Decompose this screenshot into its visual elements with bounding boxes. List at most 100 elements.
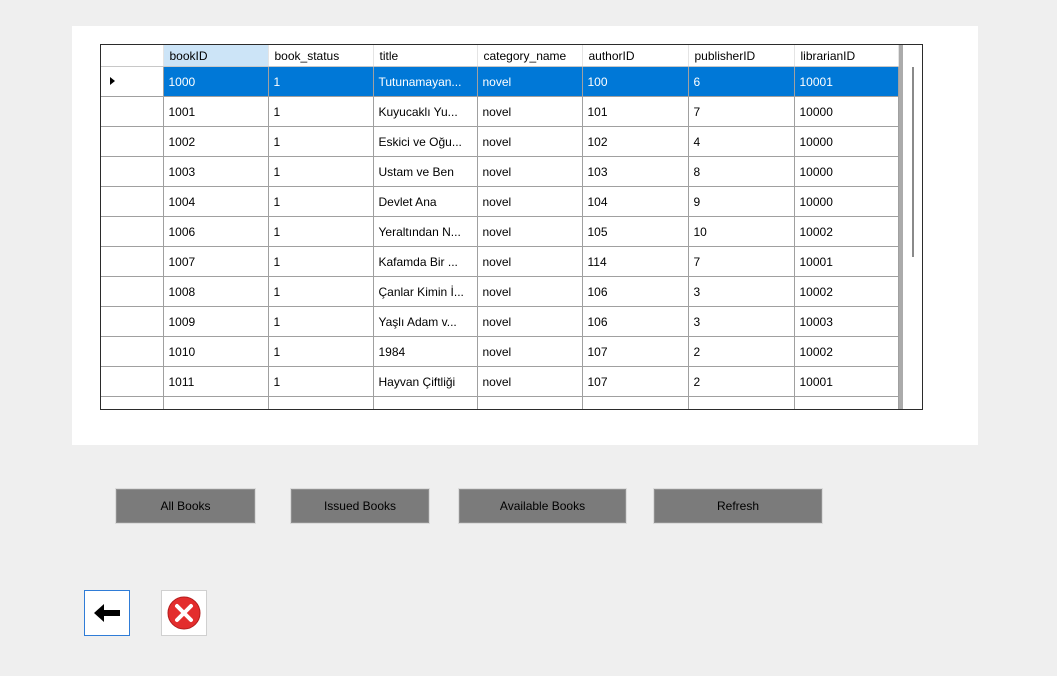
table-cell[interactable]: 1984 xyxy=(373,336,478,367)
table-cell[interactable] xyxy=(582,396,689,409)
table-cell[interactable] xyxy=(163,396,269,409)
all-books-button[interactable]: All Books xyxy=(115,488,256,524)
table-cell[interactable]: novel xyxy=(477,216,583,247)
table-row[interactable]: 1002 1 Eskici ve Oğu... novel 102 4 10000 xyxy=(101,126,899,157)
table-cell[interactable]: novel xyxy=(477,66,583,97)
table-cell[interactable]: 100 xyxy=(582,66,689,97)
table-cell[interactable]: 104 xyxy=(582,186,689,217)
available-books-button[interactable]: Available Books xyxy=(458,488,627,524)
table-cell[interactable]: 1 xyxy=(268,336,374,367)
table-cell[interactable]: 4 xyxy=(688,126,795,157)
close-button[interactable] xyxy=(161,590,207,636)
table-cell[interactable]: novel xyxy=(477,336,583,367)
table-row[interactable]: 1007 1 Kafamda Bir ... novel 114 7 10001 xyxy=(101,246,899,277)
column-header[interactable]: book_status xyxy=(268,45,374,67)
issued-books-button[interactable]: Issued Books xyxy=(290,488,430,524)
refresh-button[interactable]: Refresh xyxy=(653,488,823,524)
table-row[interactable]: 1011 1 Hayvan Çiftliği novel 107 2 10001 xyxy=(101,366,899,397)
table-cell[interactable]: 1009 xyxy=(163,306,269,337)
column-header[interactable]: title xyxy=(373,45,478,67)
table-cell[interactable]: 1002 xyxy=(163,126,269,157)
table-cell[interactable]: novel xyxy=(477,306,583,337)
table-row[interactable]: 1004 1 Devlet Ana novel 104 9 10000 xyxy=(101,186,899,217)
table-cell[interactable]: Tutunamayan... xyxy=(373,66,478,97)
table-row[interactable]: 1000 1 Tutunamayan... novel 100 6 10001 xyxy=(101,66,899,97)
row-header[interactable] xyxy=(101,186,164,217)
table-cell[interactable]: novel xyxy=(477,156,583,187)
table-cell[interactable]: 1 xyxy=(268,276,374,307)
table-cell[interactable]: 10002 xyxy=(794,276,899,307)
table-row[interactable]: 1003 1 Ustam ve Ben novel 103 8 10000 xyxy=(101,156,899,187)
table-cell[interactable]: 7 xyxy=(688,96,795,127)
row-header[interactable] xyxy=(101,366,164,397)
row-header[interactable] xyxy=(101,276,164,307)
table-cell[interactable]: 3 xyxy=(688,306,795,337)
table-cell[interactable]: 8 xyxy=(688,156,795,187)
table-cell[interactable]: 10000 xyxy=(794,186,899,217)
table-cell[interactable]: 1 xyxy=(268,126,374,157)
table-cell[interactable]: Devlet Ana xyxy=(373,186,478,217)
table-cell[interactable]: 1000 xyxy=(163,66,269,97)
table-cell[interactable]: Çanlar Kimin İ... xyxy=(373,276,478,307)
table-cell[interactable]: 106 xyxy=(582,276,689,307)
column-header[interactable]: authorID xyxy=(582,45,689,67)
table-cell[interactable]: 10001 xyxy=(794,66,899,97)
table-cell[interactable]: 2 xyxy=(688,336,795,367)
table-cell[interactable]: 106 xyxy=(582,306,689,337)
table-cell[interactable] xyxy=(794,396,899,409)
table-cell[interactable]: 1004 xyxy=(163,186,269,217)
table-cell[interactable]: 1 xyxy=(268,156,374,187)
table-cell[interactable]: novel xyxy=(477,276,583,307)
table-cell[interactable]: 9 xyxy=(688,186,795,217)
back-button[interactable] xyxy=(84,590,130,636)
table-cell[interactable]: 1008 xyxy=(163,276,269,307)
column-header[interactable]: bookID xyxy=(163,45,269,67)
table-cell[interactable]: 1 xyxy=(268,96,374,127)
table-cell[interactable]: Kafamda Bir ... xyxy=(373,246,478,277)
column-header[interactable]: publisherID xyxy=(688,45,795,67)
table-cell[interactable]: novel xyxy=(477,126,583,157)
table-cell[interactable]: 1006 xyxy=(163,216,269,247)
row-header[interactable] xyxy=(101,126,164,157)
table-cell[interactable]: 107 xyxy=(582,366,689,397)
table-cell[interactable]: Eskici ve Oğu... xyxy=(373,126,478,157)
table-row[interactable]: 1001 1 Kuyucaklı Yu... novel 101 7 10000 xyxy=(101,96,899,127)
row-header[interactable] xyxy=(101,156,164,187)
table-cell[interactable]: 10002 xyxy=(794,336,899,367)
table-cell[interactable]: 1 xyxy=(268,66,374,97)
table-cell[interactable]: 103 xyxy=(582,156,689,187)
table-cell[interactable]: Hayvan Çiftliği xyxy=(373,366,478,397)
table-cell[interactable]: 1011 xyxy=(163,366,269,397)
table-cell[interactable]: 1 xyxy=(268,216,374,247)
column-header[interactable]: librarianID xyxy=(794,45,899,67)
table-cell[interactable]: 10000 xyxy=(794,96,899,127)
table-cell[interactable]: novel xyxy=(477,96,583,127)
books-data-grid[interactable]: bookID book_status title category_name a… xyxy=(100,44,923,410)
table-cell[interactable]: 1 xyxy=(268,186,374,217)
row-header[interactable] xyxy=(101,66,164,97)
table-row[interactable]: 1010 1 1984 novel 107 2 10002 xyxy=(101,336,899,367)
scrollbar-thumb[interactable] xyxy=(912,67,914,257)
vertical-scrollbar[interactable] xyxy=(903,45,922,409)
table-cell[interactable]: 114 xyxy=(582,246,689,277)
row-header[interactable] xyxy=(101,96,164,127)
table-cell[interactable]: 10000 xyxy=(794,156,899,187)
table-cell[interactable]: 105 xyxy=(582,216,689,247)
row-header[interactable] xyxy=(101,246,164,277)
table-cell[interactable]: 1007 xyxy=(163,246,269,277)
table-cell[interactable]: 10001 xyxy=(794,366,899,397)
table-cell[interactable]: 10000 xyxy=(794,126,899,157)
table-row[interactable] xyxy=(101,396,899,409)
table-cell[interactable]: 3 xyxy=(688,276,795,307)
row-header[interactable] xyxy=(101,336,164,367)
table-cell[interactable]: Ustam ve Ben xyxy=(373,156,478,187)
column-header[interactable]: category_name xyxy=(477,45,583,67)
table-cell[interactable]: 10002 xyxy=(794,216,899,247)
table-cell[interactable]: 10001 xyxy=(794,246,899,277)
row-header[interactable] xyxy=(101,306,164,337)
table-cell[interactable]: 107 xyxy=(582,336,689,367)
table-cell[interactable]: 101 xyxy=(582,96,689,127)
table-cell[interactable]: novel xyxy=(477,246,583,277)
table-row[interactable]: 1006 1 Yeraltından N... novel 105 10 10002 xyxy=(101,216,899,247)
row-header[interactable] xyxy=(101,396,164,409)
